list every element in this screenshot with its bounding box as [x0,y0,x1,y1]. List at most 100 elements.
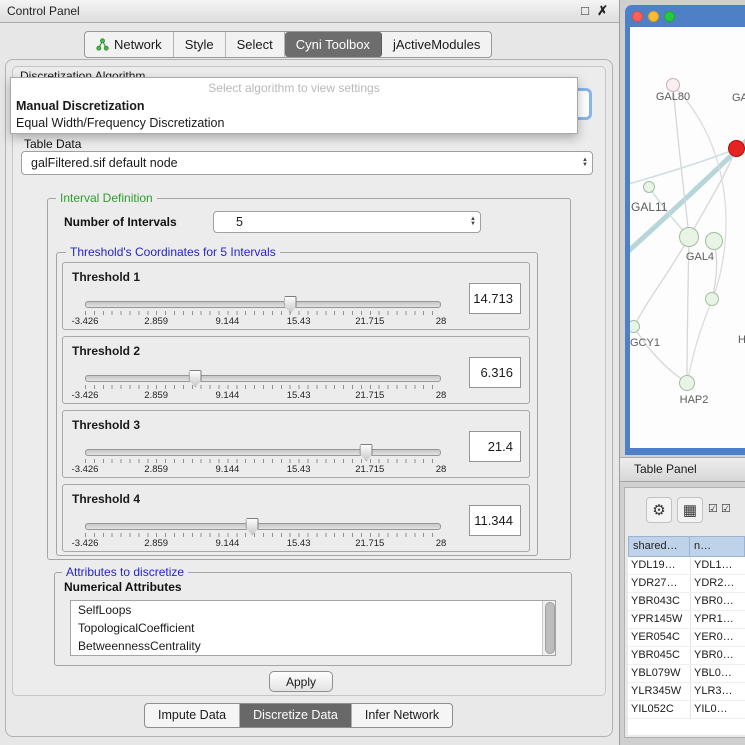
tab-impute-data[interactable]: Impute Data [145,704,240,727]
table-row[interactable]: YBR043C YBR0… [628,593,745,611]
cell-name: YER0… [690,629,745,646]
network-node[interactable] [643,181,655,193]
scale-label: 28 [436,390,447,401]
bottom-tabbar: Impute Data Discretize Data Infer Networ… [144,703,453,728]
threshold-value-field[interactable]: 6.316 [469,357,521,388]
threshold-4-panel: Threshold 4 -3.426 2.859 9.144 15.43 21.… [62,484,530,552]
cell-name: YIL0… [690,701,745,718]
tab-jactivemodules[interactable]: jActiveModules [382,32,491,57]
tab-discretize-data[interactable]: Discretize Data [240,704,352,727]
scale-label: 15.43 [287,316,311,327]
column-settings-button[interactable]: ▦ [677,497,703,523]
network-node[interactable] [679,375,695,391]
scale-label: 9.144 [216,316,240,327]
table-panel-title: Table Panel [634,462,697,476]
popup-item-manual-discretization[interactable]: Manual Discretization [16,99,145,113]
select-none-checkbox-icon[interactable]: ☑ [721,502,731,515]
node-label: GAL11 [631,200,667,214]
network-node[interactable] [679,227,699,247]
threshold-value-field[interactable]: 11.344 [469,505,521,536]
network-node[interactable] [705,232,723,250]
tab-cyni-toolbox[interactable]: Cyni Toolbox [285,32,382,57]
cell-shared-name: YIL052C [628,701,690,718]
tab-style[interactable]: Style [174,32,226,57]
window-title: Control Panel [7,4,80,18]
threshold-3-slider[interactable]: -3.426 2.859 9.144 15.43 21.715 28 [85,449,441,475]
select-all-checkbox-icon[interactable]: ☑ [708,502,718,515]
table-row[interactable]: YDR27… YDR2… [628,575,745,593]
apply-button[interactable]: Apply [269,671,333,692]
list-item[interactable]: SelfLoops [71,601,555,619]
popup-item-equal-width-frequency[interactable]: Equal Width/Frequency Discretization [16,116,224,130]
column-header-name[interactable]: n… [689,536,745,557]
network-node-selected[interactable] [728,140,745,157]
zoom-traffic-light[interactable] [664,11,675,22]
scale-label: -3.426 [72,538,99,549]
table-row[interactable]: YPR145W YPR1… [628,611,745,629]
gear-button[interactable]: ⚙ [646,497,672,523]
scale-label: 21.715 [355,464,384,475]
tab-label: Impute Data [158,708,226,722]
tab-select[interactable]: Select [226,32,285,57]
table-row[interactable]: YIL052C YIL0… [628,701,745,719]
slider-track[interactable] [85,301,441,308]
scale-label: 15.43 [287,464,311,475]
tab-infer-network[interactable]: Infer Network [352,704,452,727]
combobox-stepper-icon: ▲▼ [582,158,588,168]
cell-shared-name: YBR045C [628,647,690,664]
cell-name: YBL0… [690,665,745,682]
node-label: GAL80 [650,91,696,103]
threshold-4-slider[interactable]: -3.426 2.859 9.144 15.43 21.715 28 [85,523,441,549]
control-panel-tabbar: Network Style Select Cyni Toolbox jActiv… [84,31,492,58]
table-row[interactable]: YDL19… YDL1… [628,557,745,575]
cell-name: YDR2… [690,575,745,592]
list-item[interactable]: BetweennessCentrality [71,637,555,655]
cell-shared-name: YPR145W [628,611,690,628]
node-label: H [738,334,745,346]
thresholds-legend: Threshold's Coordinates for 5 Intervals [66,245,280,259]
slider-track[interactable] [85,449,441,456]
slider-ticks [85,459,441,463]
threshold-value-field[interactable]: 14.713 [469,283,521,314]
slider-track[interactable] [85,523,441,530]
slider-track[interactable] [85,375,441,382]
tab-network[interactable]: Network [85,32,174,57]
close-traffic-light[interactable] [632,11,643,22]
threshold-2-panel: Threshold 2 -3.426 2.859 9.144 15.43 21.… [62,336,530,404]
scrollbar-thumb[interactable] [545,602,555,654]
network-node[interactable] [705,292,719,306]
algorithm-dropdown-popup: Select algorithm to view settings Manual… [10,77,578,134]
threshold-label: Threshold 2 [72,344,140,358]
threshold-2-slider[interactable]: -3.426 2.859 9.144 15.43 21.715 28 [85,375,441,401]
minimize-traffic-light[interactable] [648,11,659,22]
cell-name: YLR3… [690,683,745,700]
scale-label: 2.859 [144,464,168,475]
slider-ticks [85,311,441,315]
table-data-combobox[interactable]: galFiltered.sif default node ▲▼ [21,151,593,175]
table-row[interactable]: YBL079W YBL0… [628,665,745,683]
column-header-shared-name[interactable]: shared… [628,536,690,557]
float-window-icon[interactable]: □ [581,3,589,18]
table-row[interactable]: YLR345W YLR3… [628,683,745,701]
network-node[interactable] [666,78,680,92]
scale-label: 9.144 [216,464,240,475]
threshold-label: Threshold 1 [72,270,140,284]
tab-label: Infer Network [365,708,439,722]
list-item[interactable]: TopologicalCoefficient [71,619,555,637]
threshold-1-slider[interactable]: -3.426 2.859 9.144 15.43 21.715 28 [85,301,441,327]
node-label: HAP2 [672,394,716,406]
scale-label: -3.426 [72,464,99,475]
table-row[interactable]: YBR045C YBR0… [628,647,745,665]
table-data-label: Table Data [24,137,81,151]
scale-label: -3.426 [72,390,99,401]
number-of-intervals-combobox[interactable]: 5 ▲▼ [213,211,481,233]
close-icon[interactable]: ✗ [597,3,608,19]
gear-icon: ⚙ [652,502,665,519]
interval-definition-legend: Interval Definition [56,191,157,205]
list-scrollbar[interactable] [542,601,555,655]
popup-placeholder: Select algorithm to view settings [11,81,577,95]
network-canvas[interactable]: GAL80 GA GAL11 GAL4 GCY1 HAP2 H [630,27,745,448]
table-row[interactable]: YER054C YER0… [628,629,745,647]
threshold-value-field[interactable]: 21.4 [469,431,521,462]
cell-shared-name: YER054C [628,629,690,646]
